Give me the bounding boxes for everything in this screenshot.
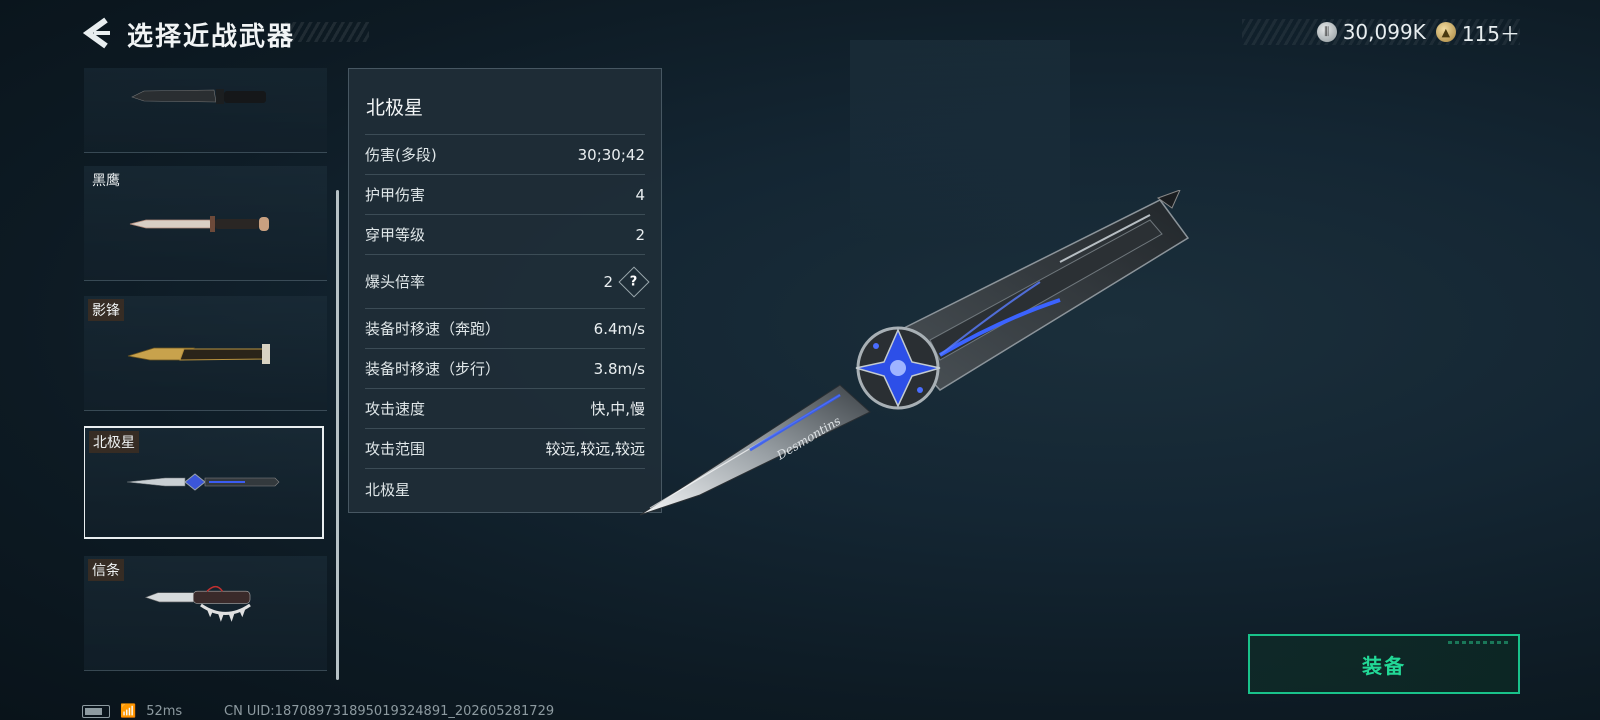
stat-value: 30;30;42 — [577, 145, 645, 164]
beijixing-knife-icon — [126, 473, 280, 491]
stat-label: 装备时移速（奔跑） — [365, 320, 501, 338]
silver-coin-icon: ⫼ — [1316, 22, 1337, 42]
list-scrollbar[interactable] — [336, 190, 339, 680]
stat-label: 攻击范围 — [365, 440, 426, 458]
weapon-name-label: 信条 — [88, 559, 124, 581]
status-bar: 📶 52ms — [82, 704, 182, 719]
stat-value: 6.4m/s — [593, 319, 645, 338]
silver-currency: ⫼ 30,099K — [1316, 20, 1426, 44]
stat-row-attack-range: 攻击范围 较远,较远,较远 — [365, 428, 645, 468]
stat-value: 3.8m/s — [593, 359, 645, 378]
stat-row-penetration: 穿甲等级 2 — [365, 214, 645, 254]
stat-value-group: 2 ? — [603, 265, 650, 298]
gold-coin-icon: ▲ — [1435, 22, 1456, 42]
weapon-list[interactable]: 黑鹰 影锋 北极星 信条 — [84, 68, 329, 680]
stat-label: 伤害(多段) — [365, 146, 437, 164]
stat-label: 装备时移速（步行） — [365, 360, 501, 378]
stat-value: 2 — [603, 272, 613, 291]
stat-label: 攻击速度 — [365, 400, 426, 418]
stat-label: 护甲伤害 — [365, 186, 426, 204]
weapon-name-label: 影锋 — [88, 299, 124, 321]
xintiao-knife-icon — [144, 585, 251, 622]
combat-knife-icon — [131, 89, 266, 104]
weapon-name-label: 北极星 — [89, 431, 139, 453]
weapon-card-xintiao[interactable]: 信条 — [84, 556, 327, 671]
equip-button[interactable]: 装备 — [1248, 634, 1520, 694]
weapon-card-heiying[interactable]: 黑鹰 — [84, 166, 327, 281]
stat-value: 较远,较远,较远 — [545, 440, 645, 458]
gold-amount: 115＋ — [1461, 21, 1520, 46]
page-title: 选择近战武器 — [127, 22, 296, 52]
wifi-icon: 📶 — [120, 704, 137, 719]
help-symbol: ? — [630, 273, 638, 289]
weapon-card-beijixing-selected[interactable]: 北极星 — [84, 426, 324, 539]
battery-icon — [82, 705, 110, 718]
weapon-name-label: 黑鹰 — [92, 173, 120, 189]
stat-row-run-speed: 装备时移速（奔跑） 6.4m/s — [365, 308, 645, 348]
gold-currency[interactable]: ▲ 115＋ — [1435, 18, 1520, 47]
stat-row-damage: 伤害(多段) 30;30;42 — [365, 134, 645, 174]
weapon-preview-beijixing[interactable]: Desmontins — [640, 190, 1220, 530]
equip-decoration — [1448, 641, 1508, 644]
stat-row-attack-speed: 攻击速度 快,中,慢 — [365, 388, 645, 428]
stat-label: 爆头倍率 — [365, 273, 426, 291]
yingfeng-knife-icon — [127, 344, 270, 364]
stat-row-armor-damage: 护甲伤害 4 — [365, 174, 645, 214]
title-decoration — [285, 22, 369, 42]
stat-row-headshot: 爆头倍率 2 ? — [365, 254, 650, 308]
weapon-card-0[interactable] — [84, 68, 327, 153]
user-uid: CN UID:187089731895019324891_20260528172… — [224, 704, 555, 719]
stat-value: 快,中,慢 — [590, 400, 645, 418]
heiying-knife-icon — [129, 216, 269, 232]
weapon-title: 北极星 — [366, 97, 424, 119]
weapon-footer-name: 北极星 — [365, 468, 645, 511]
back-arrow-icon[interactable] — [80, 16, 114, 50]
currency-bar: ⫼ 30,099K ▲ 115＋ — [1242, 18, 1520, 47]
weapon-card-yingfeng[interactable]: 影锋 — [84, 296, 327, 411]
stat-label: 穿甲等级 — [365, 226, 426, 244]
equip-button-label: 装备 — [1362, 653, 1406, 678]
stat-row-walk-speed: 装备时移速（步行） 3.8m/s — [365, 348, 645, 388]
silver-amount: 30,099K — [1342, 20, 1426, 44]
ping-value: 52ms — [146, 704, 183, 719]
weapon-stats-panel: 北极星 伤害(多段) 30;30;42 护甲伤害 4 穿甲等级 2 爆头倍率 2… — [348, 68, 662, 513]
